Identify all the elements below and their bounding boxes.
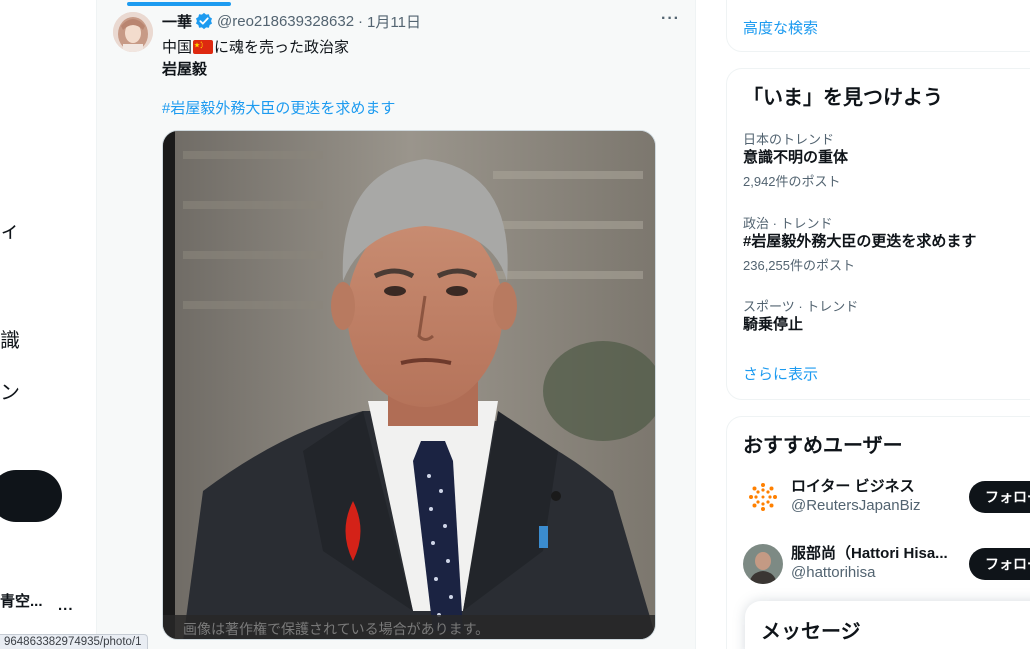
suggested-user[interactable]: 服部尚（Hattori Hisa... @hattorihisa フォロー — [743, 542, 1030, 588]
account-name[interactable]: 青空... — [0, 590, 43, 611]
trend-item[interactable]: 日本のトレンド 意識不明の重体 2,942件のポスト — [743, 129, 1030, 190]
suggested-user-handle[interactable]: @ReutersJapanBiz — [791, 497, 920, 514]
messages-title: メッセージ — [761, 621, 861, 643]
post-button[interactable] — [0, 470, 62, 522]
messages-drawer[interactable]: メッセージ — [745, 601, 1030, 649]
suggested-user-name[interactable]: ロイター ビジネス — [791, 475, 915, 496]
trend-name: #岩屋毅外務大臣の更迭を求めます — [743, 233, 977, 250]
show-more-link[interactable]: さらに表示 — [743, 363, 818, 384]
nav-item-fragment[interactable]: ィ — [0, 214, 20, 243]
account-more-icon[interactable]: ... — [58, 597, 74, 614]
tweet-hashtag-link[interactable]: #岩屋毅外務大臣の更迭を求めます — [162, 97, 395, 118]
who-to-follow-title: おすすめユーザー — [743, 435, 903, 457]
verified-badge-icon — [195, 12, 213, 30]
trend-context: 政治 · トレンド — [743, 216, 833, 231]
trend-name: 騎乗停止 — [743, 316, 804, 333]
trends-title: 「いま」を見つけよう — [743, 87, 943, 109]
tweet-text-line: 中国 に魂を売った政治家 — [162, 36, 349, 57]
reuters-logo-icon — [743, 477, 783, 517]
suggested-user[interactable]: ロイター ビジネス @ReutersJapanBiz フォロー — [743, 475, 1030, 521]
left-nav: ィ 識 ン 青空... ... — [0, 0, 96, 649]
copyright-overlay: 画像は著作権で保護されている場合があります。 — [163, 615, 655, 639]
author-avatar[interactable] — [113, 12, 153, 52]
suggested-user-handle[interactable]: @hattorihisa — [791, 564, 875, 581]
trend-context: 日本のトレンド — [743, 132, 835, 147]
suggested-user-name[interactable]: 服部尚（Hattori Hisa... — [791, 542, 948, 563]
tweet-text-bold: 岩屋毅 — [162, 61, 208, 78]
nav-item-fragment[interactable]: 識 — [0, 324, 20, 353]
trend-post-count: 236,255件のポスト — [743, 258, 855, 273]
author-name[interactable]: 一華 — [162, 11, 192, 32]
nav-item-fragment[interactable]: ン — [0, 376, 20, 405]
advanced-search-link[interactable]: 高度な検索 — [743, 17, 818, 38]
copyright-note: 画像は著作権で保護されている場合があります。 — [183, 621, 490, 637]
timeline: 一華 @reo218639328632 · 1月11日 ··· 中国 に魂を売っ… — [96, 0, 696, 649]
trend-name: 意識不明の重体 — [743, 149, 849, 166]
tweet-more-icon[interactable]: ··· — [661, 10, 680, 28]
separator: · — [358, 12, 364, 30]
politician-photo — [163, 131, 655, 639]
author-handle[interactable]: @reo218639328632 — [217, 13, 354, 30]
user-avatar — [743, 544, 783, 584]
trend-context: スポーツ · トレンド — [743, 299, 859, 314]
tweet-photo[interactable]: 画像は著作権で保護されている場合があります。 — [162, 130, 656, 640]
follow-button[interactable]: フォロー — [969, 548, 1030, 580]
china-flag-icon — [193, 39, 214, 54]
follow-button[interactable]: フォロー — [969, 481, 1030, 513]
tweet-date[interactable]: 1月11日 — [367, 11, 421, 32]
search-card: 高度な検索 — [726, 0, 1030, 52]
tweet-header: 一華 @reo218639328632 · 1月11日 — [162, 11, 421, 31]
trends-card: 「いま」を見つけよう 日本のトレンド 意識不明の重体 2,942件のポスト 政治… — [726, 68, 1030, 400]
trend-post-count: 2,942件のポスト — [743, 174, 841, 189]
trend-item[interactable]: スポーツ · トレンド 騎乗停止 — [743, 296, 1030, 338]
trend-item[interactable]: 政治 · トレンド #岩屋毅外務大臣の更迭を求めます 236,255件のポスト — [743, 213, 1030, 274]
tweet-text-segment: に魂を売った政治家 — [214, 39, 350, 56]
tweet-text-segment: 中国 — [162, 39, 193, 56]
tweet[interactable]: 一華 @reo218639328632 · 1月11日 ··· 中国 に魂を売っ… — [97, 6, 697, 649]
status-bar-url: 964863382974935/photo/1 — [0, 634, 148, 649]
